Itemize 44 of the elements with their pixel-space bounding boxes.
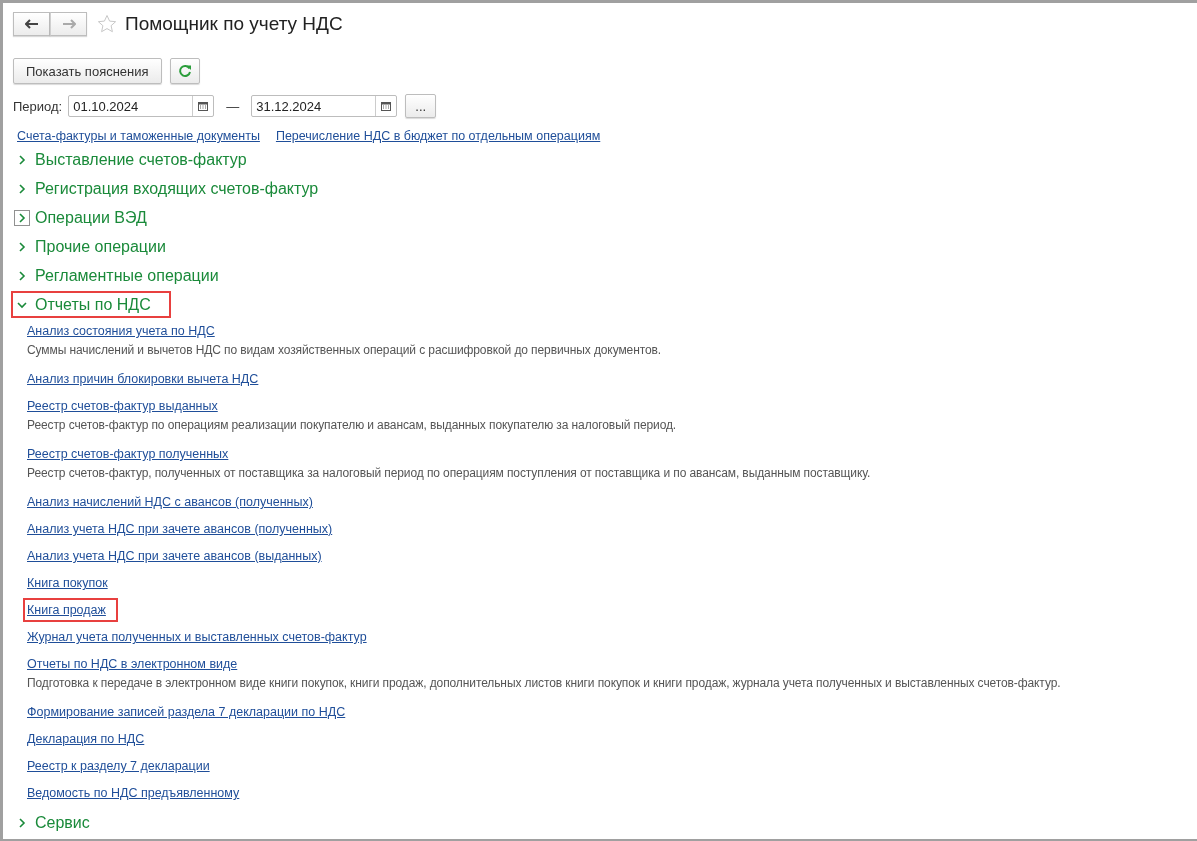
report-link[interactable]: Анализ учета НДС при зачете авансов (выданных): [23, 544, 334, 568]
report-description: Реестр счетов-фактур, полученных от поставщика за налоговый период по операциям поступления от поставщика и по авансам, выданным поставщику.: [27, 466, 871, 482]
report-link[interactable]: Ведомость по НДС предъявленному: [23, 781, 252, 805]
report-link[interactable]: Отчеты по НДС в электронном виде: [23, 652, 250, 676]
refresh-icon: [177, 64, 192, 78]
report-link[interactable]: Декларация по НДС: [23, 727, 157, 751]
left-arrow-icon: [24, 19, 39, 29]
section-header[interactable]: Операции ВЭД: [11, 204, 153, 231]
back-button[interactable]: [13, 12, 50, 36]
period-select-button[interactable]: ...: [405, 94, 437, 118]
report-link[interactable]: Книга продаж: [23, 598, 118, 622]
calendar-icon: [381, 101, 392, 111]
section-header[interactable]: Прочие операции: [11, 233, 172, 260]
report-link[interactable]: Реестр счетов-фактур полученных: [23, 442, 241, 466]
section-header[interactable]: Отчеты по НДС: [11, 291, 171, 318]
link[interactable]: Перечисление НДС в бюджет по отдельным операциям: [275, 129, 601, 143]
start-date-field[interactable]: 01.10.2024: [68, 95, 215, 117]
star-icon[interactable]: [97, 14, 117, 34]
report-link[interactable]: Реестр к разделу 7 декларации: [23, 754, 222, 778]
report-link[interactable]: Анализ причин блокировки вычета НДС: [23, 367, 271, 391]
period-dash: —: [226, 98, 240, 114]
section-header[interactable]: Сервис: [11, 809, 96, 836]
report-description: Реестр счетов-фактур по операциям реализации покупателю и авансам, выданных покупателю за налоговый период.: [27, 418, 677, 434]
report-link[interactable]: Книга покупок: [23, 571, 120, 595]
right-arrow-icon: [61, 19, 76, 29]
window-title: Помощник по учету НДС: [125, 13, 343, 35]
report-description: Суммы начислений и вычетов НДС по видам хозяйственных операций с расшифровкой до первичных документов.: [27, 343, 661, 359]
report-link[interactable]: Журнал учета полученных и выставленных счетов-фактур: [23, 625, 379, 649]
period-label: Период:: [13, 98, 63, 114]
report-description: Подготовка к передаче в электронном виде книги покупок, книги продаж, дополнительных листов книги покупок и книги продаж, журнала учета полученных и выставленных счетов-фактур.: [27, 676, 1061, 692]
end-date-field[interactable]: 31.12.2024: [251, 95, 398, 117]
section-header[interactable]: Регламентные операции: [11, 262, 225, 289]
section-header[interactable]: Регистрация входящих счетов-фактур: [11, 175, 325, 202]
report-link[interactable]: Анализ учета НДС при зачете авансов (полученных): [23, 517, 345, 541]
report-link[interactable]: Анализ начислений НДС с авансов (полученных): [23, 490, 325, 514]
report-link[interactable]: Анализ состояния учета по НДС: [23, 319, 227, 343]
section-header[interactable]: Выставление счетов-фактур: [11, 146, 253, 173]
refresh-button[interactable]: [169, 58, 200, 84]
report-link[interactable]: Реестр счетов-фактур выданных: [23, 394, 230, 418]
calendar-icon: [198, 101, 209, 111]
chevron-right-icon[interactable]: [14, 209, 30, 226]
show-explanations-button[interactable]: Показать пояснения: [13, 58, 162, 84]
link[interactable]: Счета-фактуры и таможенные документы: [17, 129, 260, 143]
report-link[interactable]: Формирование записей раздела 7 декларации по НДС: [23, 700, 358, 724]
